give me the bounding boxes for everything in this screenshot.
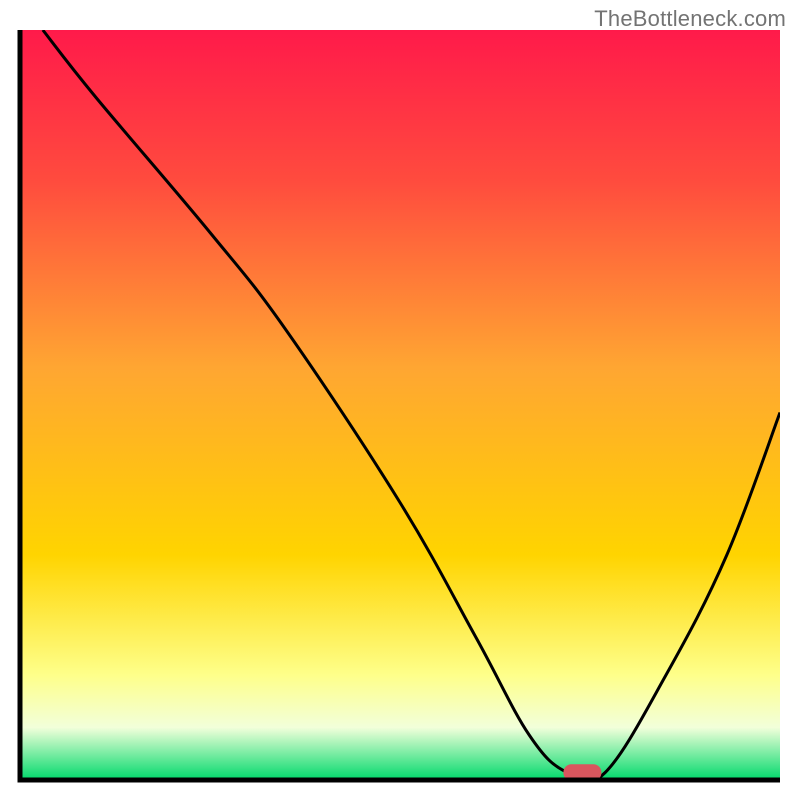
bottleneck-chart [0,0,800,800]
chart-container: TheBottleneck.com [0,0,800,800]
watermark-text: TheBottleneck.com [594,6,786,32]
